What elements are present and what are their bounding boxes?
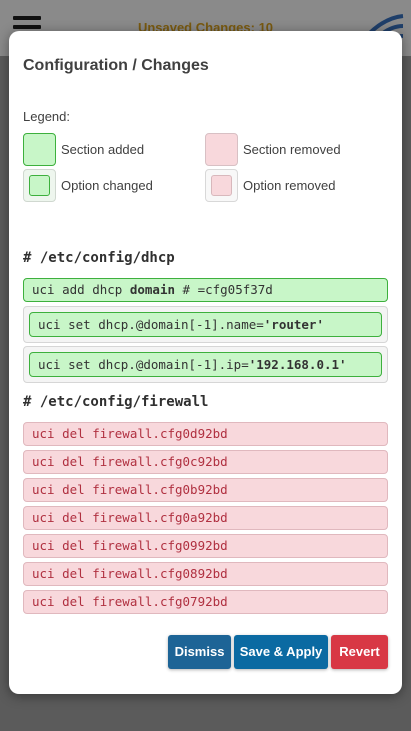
section-removed-row: uci del firewall.cfg0792bd xyxy=(23,590,388,614)
legend-label: Option removed xyxy=(243,178,336,193)
section-removed-row: uci del firewall.cfg0992bd xyxy=(23,534,388,558)
revert-button[interactable]: Revert xyxy=(331,635,388,669)
section-added-swatch xyxy=(23,133,56,166)
section-removed-row: uci del firewall.cfg0d92bd xyxy=(23,422,388,446)
dhcp-config-heading: # /etc/config/dhcp xyxy=(23,250,175,266)
section-removed-row: uci del firewall.cfg0b92bd xyxy=(23,478,388,502)
legend-section-removed: Section removed xyxy=(205,133,341,166)
section-removed-swatch xyxy=(205,133,238,166)
legend-option-changed: Option changed xyxy=(23,169,153,202)
legend-label: Section removed xyxy=(243,142,341,157)
firewall-config-heading: # /etc/config/firewall xyxy=(23,394,209,410)
dismiss-button[interactable]: Dismiss xyxy=(168,635,231,669)
option-removed-swatch xyxy=(205,169,238,202)
option-changed-row: uci set dhcp.@domain[-1].ip='192.168.0.1… xyxy=(23,346,388,383)
save-apply-button[interactable]: Save & Apply xyxy=(234,635,328,669)
section-removed-row: uci del firewall.cfg0a92bd xyxy=(23,506,388,530)
option-changed-row: uci set dhcp.@domain[-1].name='router' xyxy=(23,306,388,343)
dialog-title: Configuration / Changes xyxy=(23,57,209,74)
legend-label: Option changed xyxy=(61,178,153,193)
legend-title: Legend: xyxy=(23,109,70,124)
section-added-row: uci add dhcp domain # =cfg05f37d xyxy=(23,278,388,302)
legend-section-added: Section added xyxy=(23,133,144,166)
legend-option-removed: Option removed xyxy=(205,169,336,202)
option-changed-swatch xyxy=(23,169,56,202)
section-removed-row: uci del firewall.cfg0892bd xyxy=(23,562,388,586)
changes-dialog: Configuration / Changes Legend: Section … xyxy=(9,31,402,694)
legend-label: Section added xyxy=(61,142,145,157)
section-removed-row: uci del firewall.cfg0c92bd xyxy=(23,450,388,474)
